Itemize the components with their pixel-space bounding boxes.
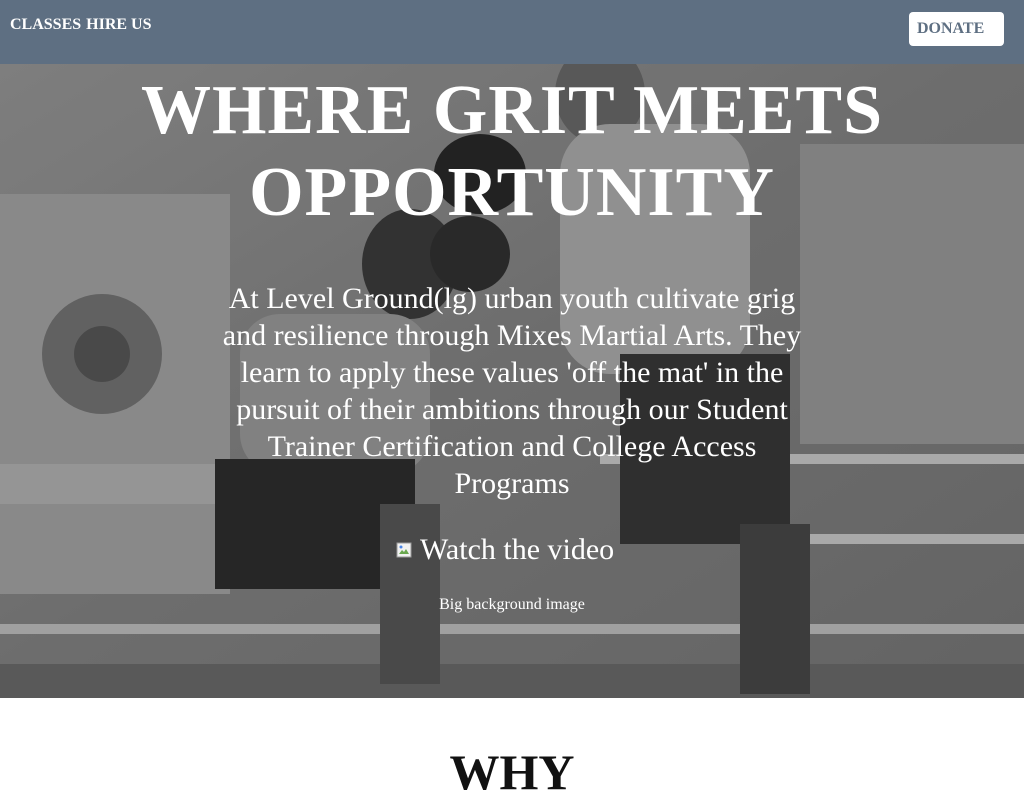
hero-section: WHERE GRIT MEETS OPPORTUNITY At Level Gr… — [0, 64, 1024, 698]
site-header: CLASSES HIRE US DONATE — [0, 0, 1024, 64]
background-image-caption: Big background image — [439, 596, 585, 613]
donate-button[interactable]: DONATE — [909, 12, 1004, 46]
nav-link-hire-us[interactable]: HIRE US — [86, 16, 151, 34]
hero-headline-line2: OPPORTUNITY — [249, 154, 775, 231]
hero-content: WHERE GRIT MEETS OPPORTUNITY At Level Gr… — [0, 64, 1024, 698]
watch-video-label: Watch the video — [420, 533, 615, 566]
nav-link-classes[interactable]: CLASSES — [10, 16, 81, 34]
hero-description: At Level Ground(lg) urban youth cultivat… — [222, 282, 802, 500]
why-heading: WHY — [449, 744, 575, 800]
broken-image-icon — [396, 542, 412, 558]
hero-headline-line1: WHERE GRIT MEETS — [140, 72, 884, 149]
main-nav: CLASSES HIRE US — [10, 16, 152, 34]
hero-headline: WHERE GRIT MEETS OPPORTUNITY — [0, 70, 1024, 234]
watch-video-link[interactable]: Watch the video — [396, 530, 614, 570]
